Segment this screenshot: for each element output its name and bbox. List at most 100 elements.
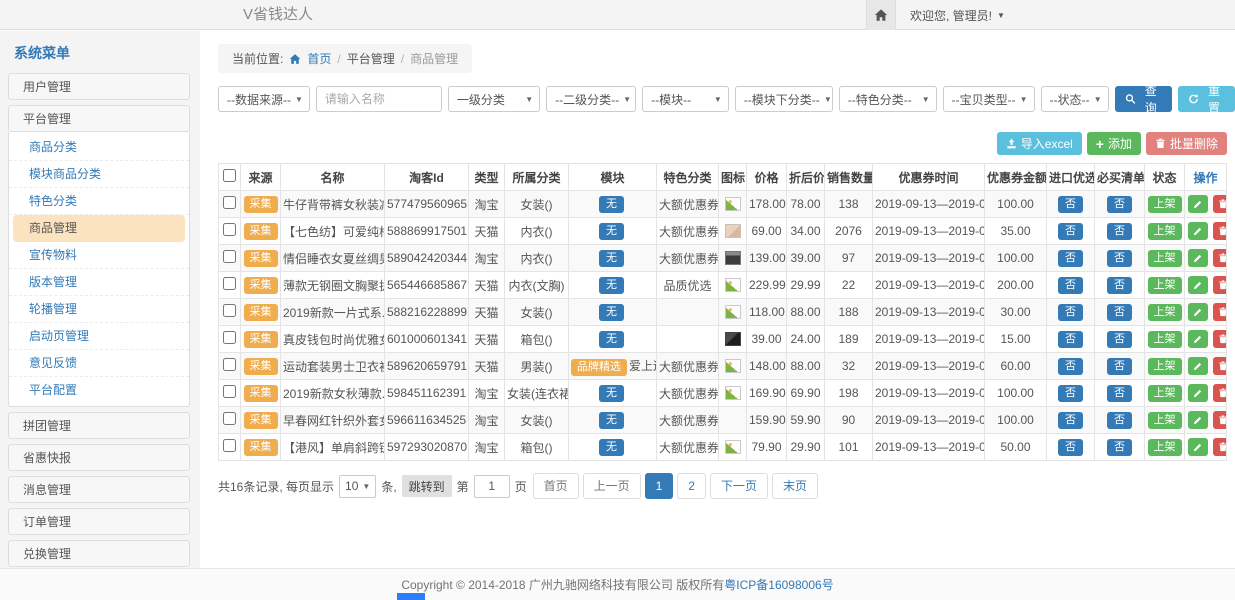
row-checkbox[interactable]	[223, 385, 236, 398]
breadcrumb-home-link[interactable]: 首页	[307, 50, 331, 67]
edit-button[interactable]	[1188, 357, 1208, 375]
sidebar-item-user-mgmt[interactable]: 用户管理	[8, 73, 190, 100]
filter-select-data-source[interactable]: --数据来源--▼	[218, 86, 310, 112]
sidebar-subitem-6[interactable]: 版本管理	[9, 269, 189, 296]
must-buy-toggle[interactable]: 否	[1107, 439, 1132, 456]
status-toggle[interactable]: 上架	[1148, 196, 1182, 213]
edit-button[interactable]	[1188, 438, 1208, 456]
row-checkbox[interactable]	[223, 331, 236, 344]
filter-select-category-1[interactable]: 一级分类▼	[448, 86, 540, 112]
import-excel-button[interactable]: 导入excel	[997, 132, 1082, 155]
import-select-toggle[interactable]: 否	[1058, 250, 1083, 267]
status-toggle[interactable]: 上架	[1148, 358, 1182, 375]
import-select-toggle[interactable]: 否	[1058, 196, 1083, 213]
edit-button[interactable]	[1188, 276, 1208, 294]
edit-button[interactable]	[1188, 249, 1208, 267]
row-checkbox[interactable]	[223, 412, 236, 425]
sidebar-item-3[interactable]: 消息管理	[8, 476, 190, 503]
row-checkbox[interactable]	[223, 439, 236, 452]
must-buy-toggle[interactable]: 否	[1107, 358, 1132, 375]
home-button[interactable]	[866, 0, 896, 30]
filter-select-category-2[interactable]: --二级分类--▼	[546, 86, 636, 112]
sidebar-subitem-2[interactable]: 模块商品分类	[9, 161, 189, 188]
row-checkbox[interactable]	[223, 304, 236, 317]
must-buy-toggle[interactable]: 否	[1107, 277, 1132, 294]
import-select-toggle[interactable]: 否	[1058, 358, 1083, 375]
page-button-3[interactable]: 1	[645, 473, 674, 499]
edit-button[interactable]	[1188, 303, 1208, 321]
sidebar-subitem-5[interactable]: 宣传物料	[9, 242, 189, 269]
row-checkbox[interactable]	[223, 358, 236, 371]
delete-button[interactable]	[1213, 249, 1226, 267]
row-checkbox[interactable]	[223, 223, 236, 236]
batch-delete-button[interactable]: 批量删除	[1146, 132, 1227, 155]
filter-select-feature[interactable]: --特色分类--▼	[839, 86, 937, 112]
search-name-input[interactable]	[316, 86, 442, 112]
jump-button[interactable]: 跳转到	[402, 475, 452, 497]
import-select-toggle[interactable]: 否	[1058, 304, 1083, 321]
jump-page-input[interactable]	[474, 475, 510, 498]
sidebar-subitem-8[interactable]: 启动页管理	[9, 323, 189, 350]
edit-button[interactable]	[1188, 411, 1208, 429]
status-toggle[interactable]: 上架	[1148, 250, 1182, 267]
must-buy-toggle[interactable]: 否	[1107, 250, 1132, 267]
reset-button[interactable]: 重置	[1178, 86, 1235, 112]
sidebar-subitem-3[interactable]: 特色分类	[9, 188, 189, 215]
sidebar-item-4[interactable]: 订单管理	[8, 508, 190, 535]
status-toggle[interactable]: 上架	[1148, 304, 1182, 321]
row-checkbox[interactable]	[223, 250, 236, 263]
row-checkbox[interactable]	[223, 196, 236, 209]
import-select-toggle[interactable]: 否	[1058, 439, 1083, 456]
page-button-4[interactable]: 2	[677, 473, 706, 499]
import-select-toggle[interactable]: 否	[1058, 277, 1083, 294]
delete-button[interactable]	[1213, 303, 1226, 321]
sidebar-item-2[interactable]: 省惠快报	[8, 444, 190, 471]
must-buy-toggle[interactable]: 否	[1107, 331, 1132, 348]
page-button-2[interactable]: 上一页	[583, 473, 641, 499]
delete-button[interactable]	[1213, 330, 1226, 348]
sidebar-subitem-9[interactable]: 意见反馈	[9, 350, 189, 377]
must-buy-toggle[interactable]: 否	[1107, 412, 1132, 429]
page-button-6[interactable]: 末页	[772, 473, 818, 499]
status-toggle[interactable]: 上架	[1148, 439, 1182, 456]
must-buy-toggle[interactable]: 否	[1107, 196, 1132, 213]
page-size-select[interactable]: 10▼	[339, 475, 376, 498]
delete-button[interactable]	[1213, 438, 1226, 456]
import-select-toggle[interactable]: 否	[1058, 412, 1083, 429]
import-select-toggle[interactable]: 否	[1058, 331, 1083, 348]
must-buy-toggle[interactable]: 否	[1107, 223, 1132, 240]
sidebar-item-platform-mgmt[interactable]: 平台管理	[8, 105, 190, 132]
add-button[interactable]: + 添加	[1087, 132, 1141, 155]
filter-select-module[interactable]: --模块--▼	[642, 86, 729, 112]
page-button-1[interactable]: 首页	[533, 473, 579, 499]
sidebar-subitem-7[interactable]: 轮播管理	[9, 296, 189, 323]
delete-button[interactable]	[1213, 384, 1226, 402]
filter-select-module-sub[interactable]: --模块下分类--▼	[735, 86, 833, 112]
must-buy-toggle[interactable]: 否	[1107, 304, 1132, 321]
status-toggle[interactable]: 上架	[1148, 277, 1182, 294]
sidebar-subitem-4[interactable]: 商品管理	[13, 215, 185, 242]
status-toggle[interactable]: 上架	[1148, 412, 1182, 429]
icp-link[interactable]: 粤ICP备16098006号	[724, 578, 833, 592]
edit-button[interactable]	[1188, 330, 1208, 348]
sidebar-subitem-1[interactable]: 商品分类	[9, 134, 189, 161]
sidebar-item-5[interactable]: 兑换管理	[8, 540, 190, 567]
delete-button[interactable]	[1213, 222, 1226, 240]
filter-select-item-type[interactable]: --宝贝类型--▼	[943, 86, 1035, 112]
delete-button[interactable]	[1213, 276, 1226, 294]
sidebar-subitem-10[interactable]: 平台配置	[9, 377, 189, 404]
status-toggle[interactable]: 上架	[1148, 385, 1182, 402]
user-menu[interactable]: 欢迎您, 管理员! ▼	[910, 0, 1005, 30]
page-button-5[interactable]: 下一页	[710, 473, 768, 499]
delete-button[interactable]	[1213, 195, 1226, 213]
select-all-checkbox[interactable]	[223, 169, 236, 182]
edit-button[interactable]	[1188, 384, 1208, 402]
status-toggle[interactable]: 上架	[1148, 223, 1182, 240]
delete-button[interactable]	[1213, 357, 1226, 375]
status-toggle[interactable]: 上架	[1148, 331, 1182, 348]
search-button[interactable]: 查询	[1115, 86, 1172, 112]
must-buy-toggle[interactable]: 否	[1107, 385, 1132, 402]
import-select-toggle[interactable]: 否	[1058, 223, 1083, 240]
delete-button[interactable]	[1213, 411, 1226, 429]
import-select-toggle[interactable]: 否	[1058, 385, 1083, 402]
